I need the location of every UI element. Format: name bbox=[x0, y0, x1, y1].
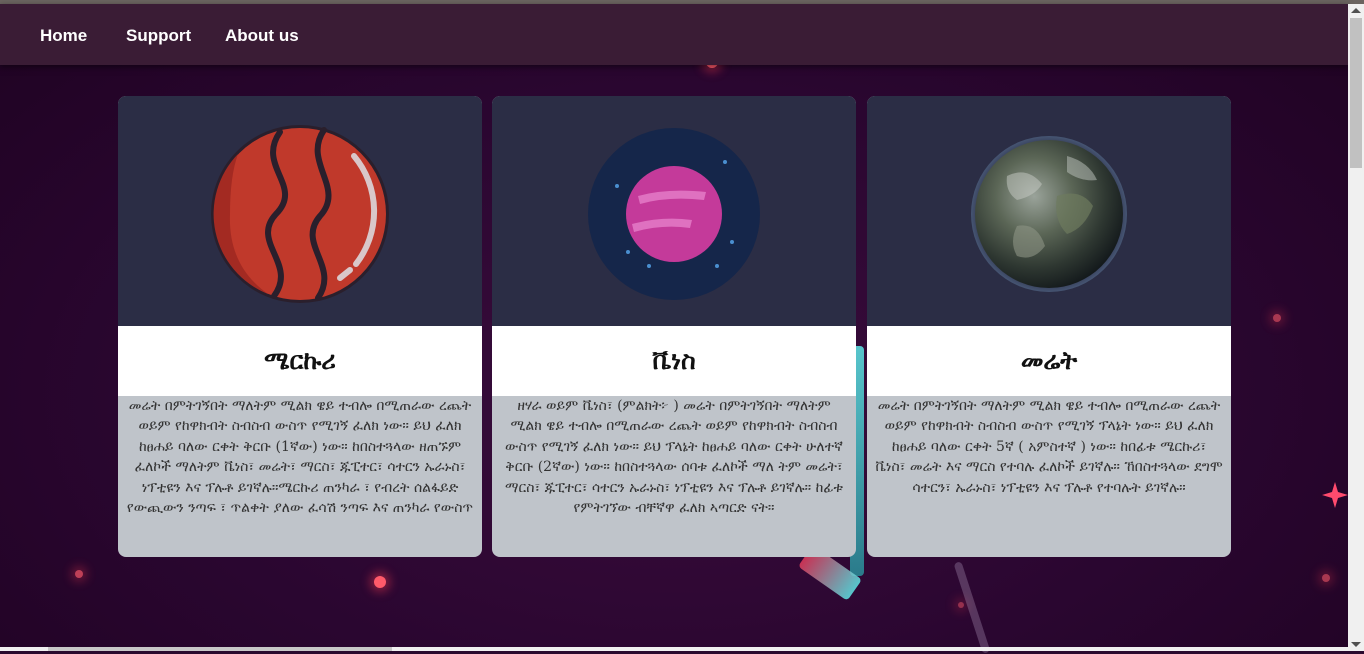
nav-home-link[interactable]: Home bbox=[40, 26, 87, 46]
horizontal-scrollbar[interactable] bbox=[0, 647, 1348, 651]
card-title-box: ሜርኩሪ bbox=[118, 326, 482, 396]
card-title-box: ቬነስ bbox=[492, 326, 856, 396]
card-title: መሬት bbox=[1020, 346, 1078, 375]
nav-about-link[interactable]: About us bbox=[225, 26, 299, 46]
scroll-down-arrow-icon[interactable] bbox=[1351, 642, 1361, 647]
planet-card-mercury: ሜርኩሪ መሬት በምትገኝበት ማለትም ሚልክ ዌይ ተብሎ በሚጠራው ረ… bbox=[118, 96, 482, 557]
mercury-planet-illustration bbox=[211, 125, 389, 303]
earth-planet-photo bbox=[971, 136, 1127, 292]
vertical-scrollbar[interactable] bbox=[1348, 4, 1364, 651]
background-star bbox=[75, 570, 83, 578]
card-description: ዘሃራ ወይም ቬነስ፣ (ምልክት፦ ) መሬት በምትገኝበት ማለትም ሚ… bbox=[505, 398, 843, 517]
horizontal-scroll-thumb[interactable] bbox=[48, 647, 392, 651]
background-star bbox=[1273, 314, 1281, 322]
card-title: ቬነስ bbox=[652, 346, 696, 375]
nav-support-link[interactable]: Support bbox=[126, 26, 191, 46]
mercury-image bbox=[118, 96, 482, 326]
card-title-box: መሬት bbox=[867, 326, 1231, 396]
background-star bbox=[958, 602, 964, 608]
card-description: መሬት በምትገኝበት ማለትም ሚልክ ዌይ ተብሎ በሚጠራው ረጨት ወይ… bbox=[126, 398, 474, 517]
sparkle-star-icon bbox=[1322, 482, 1348, 508]
planet-card-earth: መሬት መሬት በምትገኝበት ማለትም ሚልክ ዌይ ተብሎ በሚጠራው ረጨ… bbox=[867, 96, 1231, 557]
planet-card-venus: ቬነስ ዘሃራ ወይም ቬነስ፣ (ምልክት፦ ) መሬት በምትገኝበት ማለ… bbox=[492, 96, 856, 557]
venus-planet-illustration bbox=[588, 128, 760, 300]
top-navbar: Home Support About us bbox=[0, 4, 1348, 65]
earth-image bbox=[867, 96, 1231, 326]
background-star bbox=[374, 576, 386, 588]
scroll-up-arrow-icon[interactable] bbox=[1351, 8, 1361, 13]
card-title: ሜርኩሪ bbox=[264, 346, 336, 375]
card-description: መሬት በምትገኝበት ማለትም ሚልክ ዌይ ተብሎ በሚጠራው ረጨት ወይ… bbox=[875, 398, 1223, 496]
vertical-scroll-thumb[interactable] bbox=[1350, 18, 1362, 168]
venus-image bbox=[492, 96, 856, 326]
background-star bbox=[1322, 574, 1330, 582]
